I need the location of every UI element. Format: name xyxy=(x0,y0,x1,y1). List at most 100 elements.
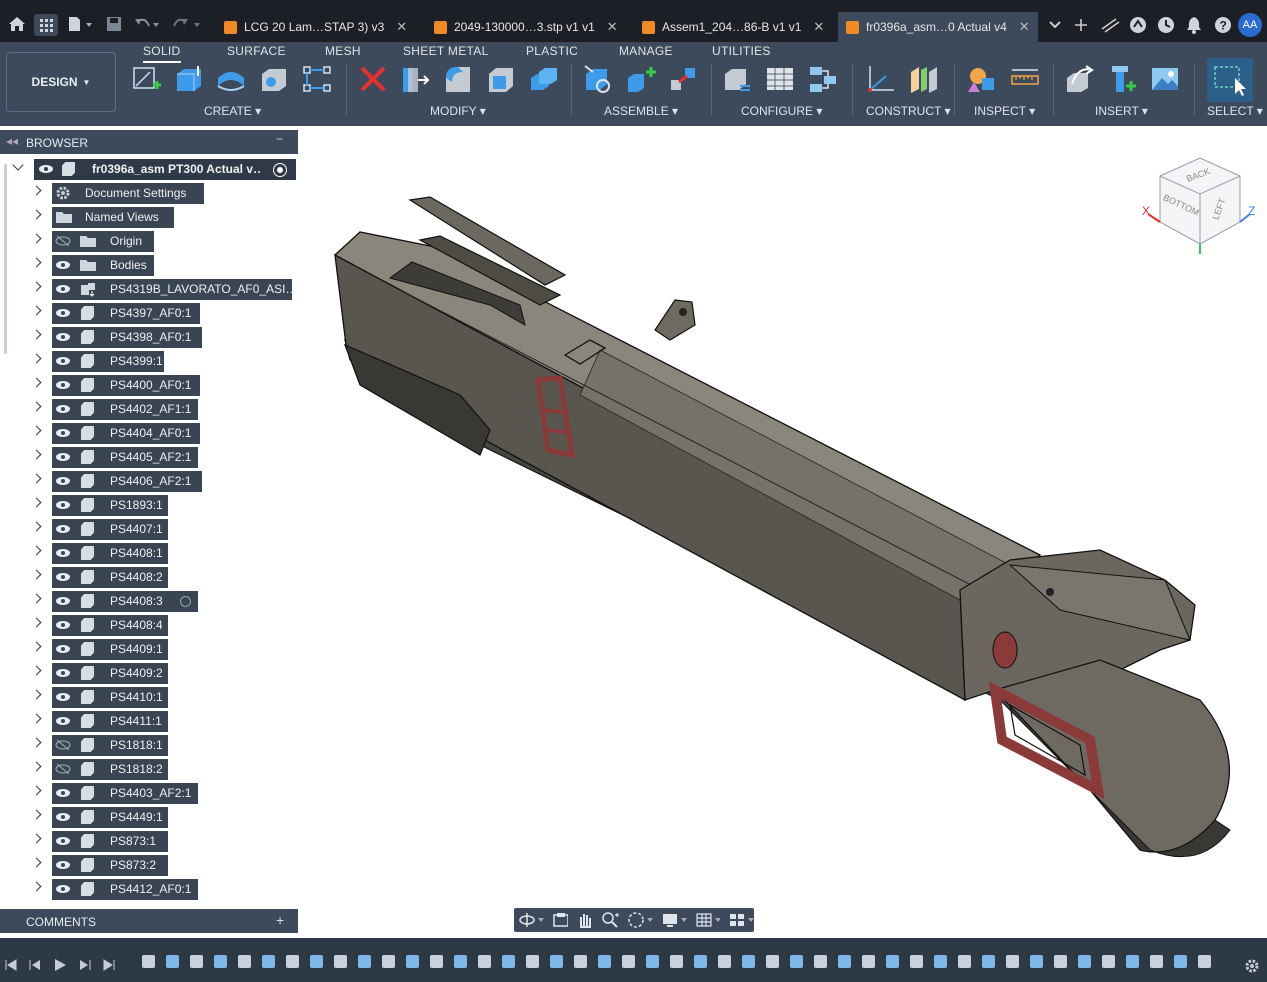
offset-plane-icon[interactable] xyxy=(866,64,896,94)
tab-solid[interactable]: SOLID xyxy=(143,44,181,63)
browser-component-node[interactable]: PS4402_AF1:1 xyxy=(0,398,300,420)
expand-arrow-icon[interactable] xyxy=(31,617,42,628)
group-configure[interactable]: CONFIGURE ▾ xyxy=(741,104,822,118)
new-component-icon[interactable] xyxy=(583,64,613,94)
activate-radio-icon[interactable] xyxy=(180,596,191,607)
timeline-feature-icon[interactable] xyxy=(718,955,731,968)
timeline-feature-icon[interactable] xyxy=(598,955,611,968)
close-tab-icon[interactable]: ✕ xyxy=(396,19,407,35)
timeline-feature-icon[interactable] xyxy=(406,955,419,968)
play-icon[interactable] xyxy=(52,957,68,973)
go-to-start-icon[interactable] xyxy=(4,958,18,972)
expand-arrow-icon[interactable] xyxy=(31,473,42,484)
close-tab-icon[interactable]: ✕ xyxy=(813,19,824,35)
delete-icon[interactable] xyxy=(358,64,388,94)
insert-canvas-icon[interactable] xyxy=(1150,64,1180,94)
group-insert[interactable]: INSERT ▾ xyxy=(1095,104,1148,118)
extrude-icon[interactable] xyxy=(174,64,204,94)
viewports-icon[interactable] xyxy=(728,911,755,929)
close-tab-icon[interactable]: ✕ xyxy=(607,19,618,35)
create-sketch-icon[interactable] xyxy=(132,64,162,94)
new-tab-plus-icon[interactable] xyxy=(1074,18,1088,32)
group-construct[interactable]: CONSTRUCT ▾ xyxy=(866,104,950,118)
configuration-rules-icon[interactable] xyxy=(808,64,838,94)
expand-arrow-icon[interactable] xyxy=(31,809,42,820)
timeline-feature-icon[interactable] xyxy=(766,955,779,968)
measure-icon[interactable] xyxy=(966,64,996,94)
timeline-feature-icon[interactable] xyxy=(574,955,587,968)
timeline-feature-icon[interactable] xyxy=(454,955,467,968)
joint-icon[interactable] xyxy=(626,64,656,94)
eye-icon[interactable] xyxy=(55,836,71,846)
browser-folder-node[interactable]: Named Views xyxy=(0,206,300,228)
canvas-viewport[interactable]: BACK BOTTOM LEFT X Z xyxy=(300,126,1267,938)
expand-arrow-icon[interactable] xyxy=(31,593,42,604)
extensions-icon[interactable] xyxy=(1100,17,1120,33)
expand-arrow-icon[interactable] xyxy=(31,641,42,652)
browser-component-node[interactable]: PS1818:2 xyxy=(0,758,300,780)
combine-icon[interactable] xyxy=(529,64,559,94)
browser-component-node[interactable]: PS4403_AF2:1 xyxy=(0,782,300,804)
eye-icon[interactable] xyxy=(55,260,71,270)
eye-icon[interactable] xyxy=(55,476,71,486)
tab-plastic[interactable]: PLASTIC xyxy=(526,44,578,58)
display-settings-icon[interactable] xyxy=(661,911,687,929)
hole-icon[interactable] xyxy=(259,64,289,94)
activate-radio-icon[interactable] xyxy=(274,164,286,176)
group-modify[interactable]: MODIFY ▾ xyxy=(430,104,486,118)
browser-assembly-node[interactable]: PS4319B_LAVORATO_AF0_ASI… xyxy=(0,278,300,300)
expand-arrow-icon[interactable] xyxy=(31,257,42,268)
timeline-feature-icon[interactable] xyxy=(286,955,299,968)
expand-arrow-icon[interactable] xyxy=(31,329,42,340)
eye-icon[interactable] xyxy=(55,596,71,606)
expand-arrow-icon[interactable] xyxy=(31,281,42,292)
orbit-icon[interactable] xyxy=(518,911,544,929)
expand-arrow-icon[interactable] xyxy=(31,425,42,436)
timeline-feature-icon[interactable] xyxy=(862,955,875,968)
timeline-feature-icon[interactable] xyxy=(142,955,155,968)
eye-icon[interactable] xyxy=(55,356,71,366)
browser-component-node[interactable]: PS4400_AF0:1 xyxy=(0,374,300,396)
step-back-icon[interactable] xyxy=(28,958,42,972)
timeline-feature-icon[interactable] xyxy=(262,955,275,968)
look-at-icon[interactable] xyxy=(552,911,569,929)
eye-icon[interactable] xyxy=(55,404,71,414)
timeline-feature-icon[interactable] xyxy=(910,955,923,968)
zoom-icon[interactable] xyxy=(601,911,619,929)
eye-icon[interactable] xyxy=(55,716,71,726)
timeline-feature-icon[interactable] xyxy=(550,955,563,968)
timeline-feature-icon[interactable] xyxy=(982,955,995,968)
browser-component-node[interactable]: PS4399:1 xyxy=(0,350,300,372)
eye-icon[interactable] xyxy=(55,644,71,654)
minimize-icon[interactable]: − xyxy=(276,132,283,146)
timeline-feature-icon[interactable] xyxy=(934,955,947,968)
revolve-icon[interactable] xyxy=(216,64,246,94)
browser-component-node[interactable]: PS4398_AF0:1 xyxy=(0,326,300,348)
expand-arrow-icon[interactable] xyxy=(31,305,42,316)
expand-arrow-icon[interactable] xyxy=(31,761,42,772)
document-settings-node[interactable]: Document Settings xyxy=(0,182,300,204)
midplane-icon[interactable] xyxy=(909,64,939,94)
eye-icon[interactable] xyxy=(55,620,71,630)
browser-component-node[interactable]: PS4405_AF2:1 xyxy=(0,446,300,468)
workspace-switcher[interactable]: DESIGN ▼ xyxy=(6,52,116,112)
timeline-feature-icon[interactable] xyxy=(190,955,203,968)
close-tab-icon[interactable]: ✕ xyxy=(1019,19,1030,35)
collapse-panel-icon[interactable]: ◂◂ xyxy=(6,134,18,148)
timeline-feature-icon[interactable] xyxy=(1030,955,1043,968)
browser-folder-node[interactable]: Bodies xyxy=(0,254,300,276)
fillet-icon[interactable] xyxy=(443,64,473,94)
eye-icon[interactable] xyxy=(55,884,71,894)
eye-hidden-icon[interactable] xyxy=(55,740,71,750)
browser-component-node[interactable]: PS4407:1 xyxy=(0,518,300,540)
tab-sheet-metal[interactable]: SHEET METAL xyxy=(403,44,489,58)
timeline-feature-icon[interactable] xyxy=(430,955,443,968)
expand-arrow-icon[interactable] xyxy=(31,449,42,460)
browser-component-node[interactable]: PS4409:2 xyxy=(0,662,300,684)
eye-icon[interactable] xyxy=(55,380,71,390)
grid-settings-icon[interactable] xyxy=(695,911,721,929)
pattern-icon[interactable] xyxy=(302,64,332,94)
insert-derive-icon[interactable] xyxy=(1064,64,1094,94)
browser-scrollbar[interactable] xyxy=(4,164,7,354)
browser-component-node[interactable]: PS4404_AF0:1 xyxy=(0,422,300,444)
